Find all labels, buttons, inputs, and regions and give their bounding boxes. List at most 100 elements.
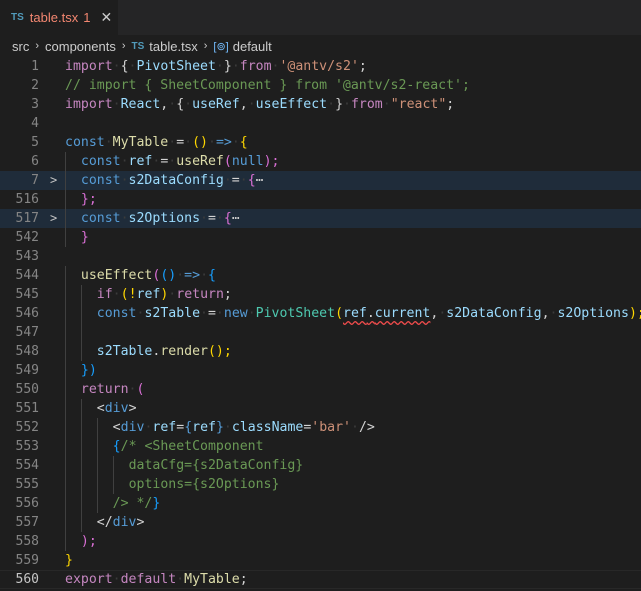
code-token: }; [80,192,97,207]
line-number: 554 [15,458,39,473]
indent-guide [65,437,81,456]
whitespace-marker: · [207,135,216,150]
code-token: => [215,135,232,150]
code-text: return·( [65,380,144,399]
code-token: . [366,306,375,321]
line-number: 551 [15,401,39,416]
indent-guide [65,399,81,418]
code-text: /> */} [65,494,160,513]
close-icon[interactable]: ✕ [100,9,112,26]
code-text: if·(!ref)·return; [65,285,232,304]
code-token: render [160,344,208,359]
code-line: 553 {/* <SheetComponent [0,437,641,456]
code-token: s2DataConfig [128,173,224,188]
code-token: } [80,230,89,245]
indent-guide [80,304,97,323]
whitespace-marker: · [247,306,256,321]
code-editor[interactable]: 1 import·{·PivotSheet·}·from·'@antv/s2'; … [0,57,641,589]
line-number: 550 [15,382,39,397]
code-token: s2Table [144,306,201,321]
whitespace-marker: · [120,211,129,226]
line-number: 1 [31,59,39,74]
line-number: 548 [15,344,39,359]
line-number: 556 [15,496,39,511]
line-number: 517 [15,211,39,226]
line-number: 544 [15,268,39,283]
code-token: return [176,287,224,302]
code-line-folded: 7 > const·s2DataConfig·=·{⋯ [0,171,641,190]
code-token: } [215,420,224,435]
code-token: MyTable [184,572,240,587]
whitespace-marker: · [112,572,121,587]
code-token: ); [80,534,97,549]
indent-guide [80,437,97,456]
indent-guide [80,399,97,418]
indent-guide [80,475,97,494]
code-token: ( [136,382,145,397]
line-number: 4 [31,116,39,131]
code-text: <div·ref={ref}·className='bar'·/> [65,418,375,437]
code-line: 559} [0,551,641,570]
whitespace-marker: · [120,173,129,188]
chevron-right-icon[interactable]: > [50,209,57,228]
whitespace-marker: · [176,572,185,587]
code-text [65,323,97,342]
code-text: const·s2DataConfig·=·{⋯ [65,171,264,190]
code-text: // import { SheetComponent } from '@antv… [65,78,470,93]
line-number: 3 [31,97,39,112]
line-number: 546 [15,306,39,321]
code-token: div [120,420,145,435]
code-token: if [96,287,113,302]
breadcrumb-src[interactable]: src [12,39,29,54]
code-token: (); [207,344,232,359]
code-token: ( [223,154,232,169]
indent-guide [65,456,81,475]
code-token: ); [263,154,280,169]
indent-guide [96,475,113,494]
whitespace-marker: · [215,211,224,226]
whitespace-marker: · [104,135,113,150]
indent-guide [65,304,81,323]
code-text: const·s2Options·=·{⋯ [65,209,240,228]
breadcrumb-symbol[interactable]: default [233,39,272,54]
code-line: 2 // import { SheetComponent } from '@ant… [0,76,641,95]
breadcrumb-components[interactable]: components [45,39,116,54]
chevron-right-icon[interactable]: > [50,171,57,190]
code-token: { [247,173,256,188]
code-token: /> */ [112,496,153,511]
breadcrumb-file[interactable]: table.tsx [149,39,197,54]
line-number: 560 [15,572,39,587]
code-token: ; [358,59,367,74]
code-token: { [208,268,216,283]
indent-guide [80,513,97,532]
indent-guide [65,532,81,551]
whitespace-marker: · [176,268,185,283]
code-token: div [112,515,137,530]
line-number: 549 [15,363,39,378]
code-line: 544 useEffect(()·=>·{ [0,266,641,285]
code-token: import [65,97,113,112]
code-line: 3 import·React,·{·useRef,·useEffect·}·fro… [0,95,641,114]
code-token: const [80,211,121,226]
code-line: 558); [0,532,641,551]
code-token: useRef [192,97,240,112]
whitespace-marker: · [200,211,208,226]
indent-guide [96,418,113,437]
tab-table-tsx[interactable]: TS table.tsx 1 ✕ [0,0,118,35]
code-token: ; [239,572,248,587]
code-token: ref [192,420,216,435]
typescript-file-icon: TS [131,40,145,52]
tab-filename: table.tsx [29,10,79,25]
indent-guide [96,494,113,513]
code-text: import·{·PivotSheet·}·from·'@antv/s2'; [65,57,367,76]
code-token: useRef [176,154,224,169]
code-token: MyTable [112,135,169,150]
line-number: 545 [15,287,39,302]
code-token: ref [152,420,177,435]
code-line: 548 s2Table.render(); [0,342,641,361]
code-line: 1 import·{·PivotSheet·}·from·'@antv/s2'; [0,57,641,76]
code-token: }) [80,363,97,378]
line-number: 552 [15,420,39,435]
code-text: s2Table.render(); [65,342,232,361]
chevron-right-icon: › [35,40,40,52]
